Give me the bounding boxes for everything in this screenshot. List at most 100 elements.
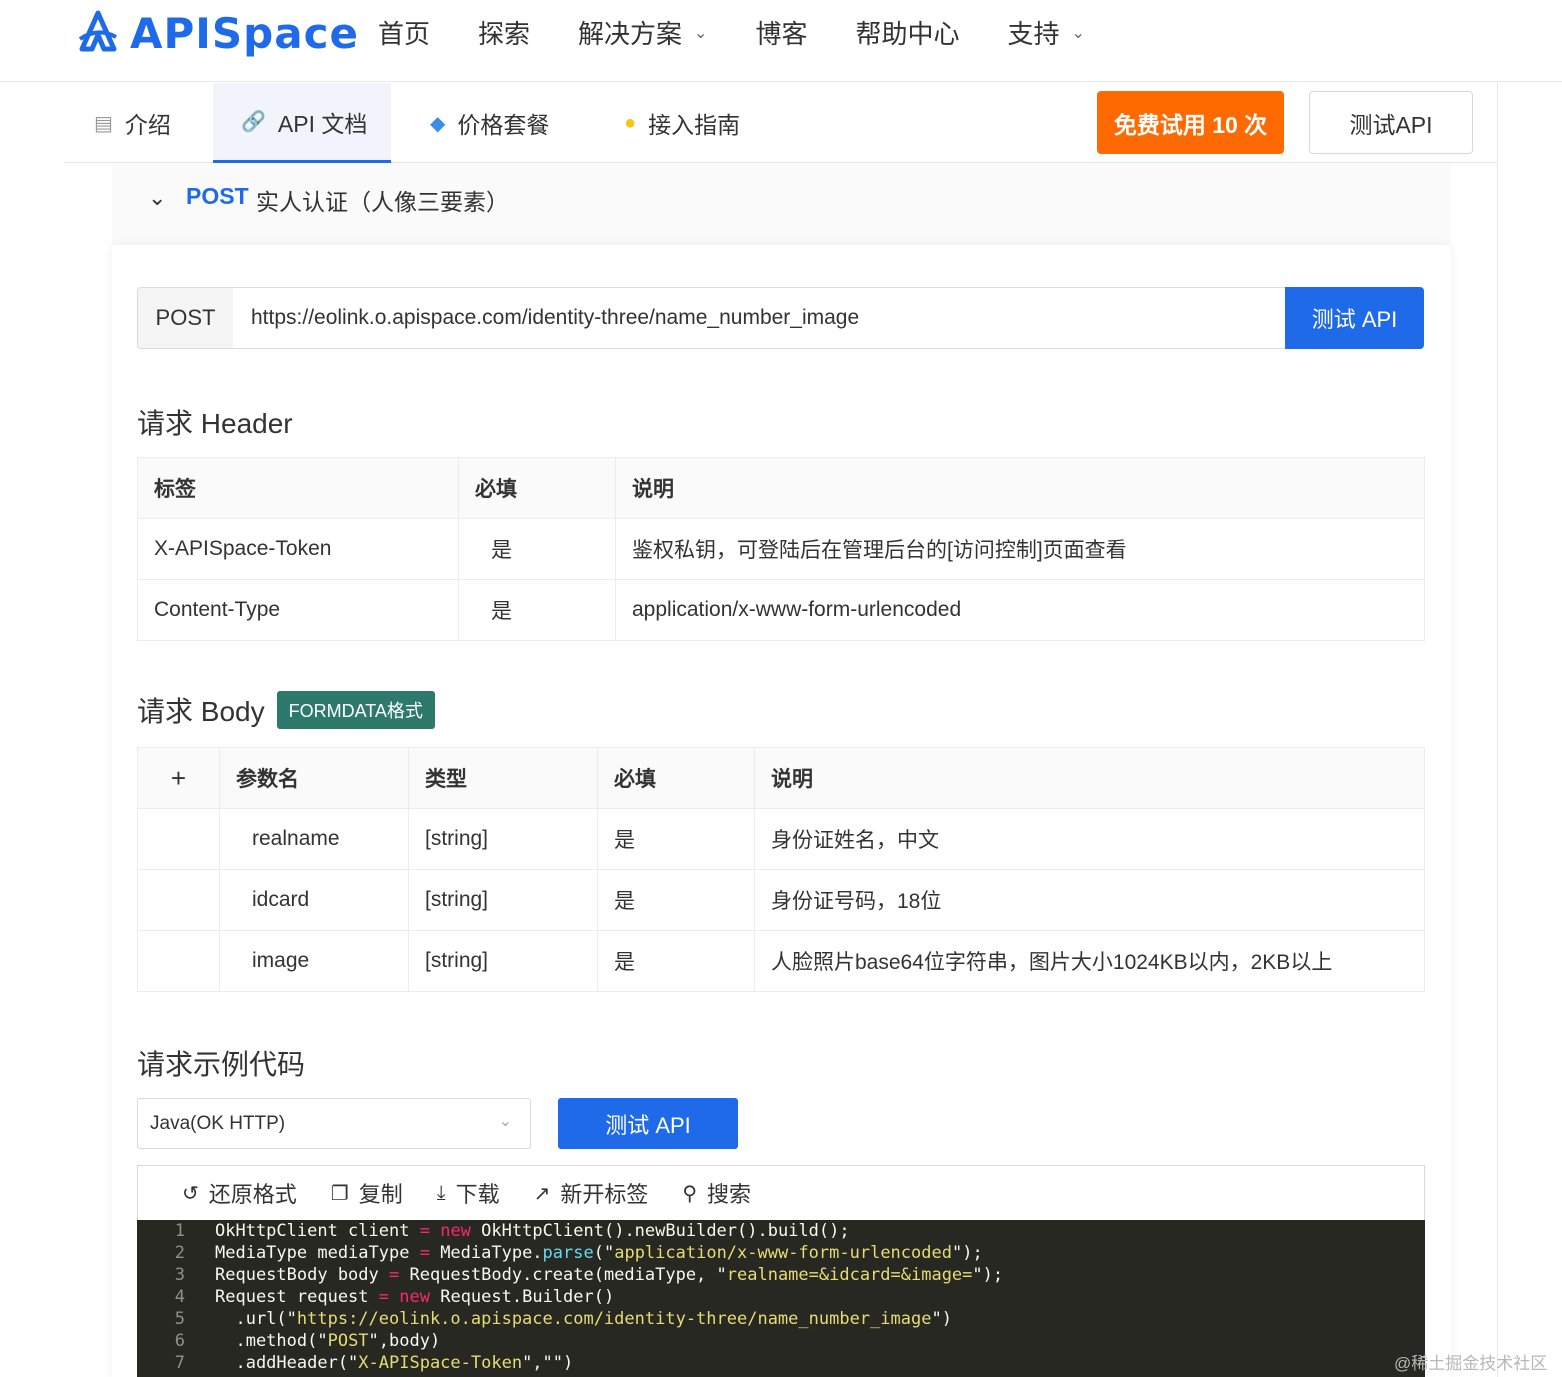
- code-text: .method("POST",body): [215, 1331, 441, 1351]
- column-header: 必填: [458, 457, 616, 519]
- url-test-api-button[interactable]: 测试 API: [1285, 287, 1424, 349]
- chevron-down-icon: ⌄: [1071, 24, 1085, 42]
- endpoint-method: POST: [186, 183, 249, 209]
- code-editor[interactable]: 1 OkHttpClient client = new OkHttpClient(…: [137, 1220, 1425, 1377]
- table-row: realname [string] 是 身份证姓名，中文: [137, 808, 1425, 870]
- table-header-row: + 参数名 类型 必填 说明: [137, 747, 1425, 809]
- tab-pricing[interactable]: ◆ 价格套餐: [430, 83, 549, 163]
- code-text: OkHttpClient client = new OkHttpClient()…: [215, 1221, 850, 1241]
- tool-label: 复制: [358, 1182, 403, 1207]
- code-text: Request request = new Request.Builder(): [215, 1287, 615, 1307]
- divider: [1497, 82, 1498, 1377]
- expand-all-button[interactable]: +: [137, 747, 220, 809]
- code-line: 3 RequestBody body = RequestBody.create(m…: [137, 1264, 1425, 1286]
- undo-icon: ↺: [182, 1182, 199, 1205]
- code-line: 7 .addHeader("X-APISpace-Token",""): [137, 1352, 1425, 1374]
- table-cell: 是: [597, 808, 755, 870]
- code-line: 2 MediaType mediaType = MediaType.parse("…: [137, 1242, 1425, 1264]
- table-cell: 身份证号码，18位: [754, 869, 1425, 931]
- table-cell: 是: [458, 579, 616, 641]
- table-cell: [string]: [408, 808, 598, 870]
- code-sample-title: 请求示例代码: [137, 1043, 305, 1083]
- table-row: image [string] 是 人脸照片base64位字符串，图片大小1024…: [137, 930, 1425, 992]
- nav-item-home[interactable]: 首页: [378, 14, 430, 51]
- table-cell: [string]: [408, 869, 598, 931]
- line-number: 3: [174, 1265, 185, 1285]
- language-select-value: Java(OK HTTP): [150, 1112, 286, 1134]
- table-cell: 鉴权私钥，可登陆后在管理后台的[访问控制]页面查看: [615, 518, 1425, 580]
- nav-item-support[interactable]: 支持 ⌄: [1007, 14, 1084, 51]
- open-new-tab-button[interactable]: ↗ 新开标签: [534, 1177, 649, 1209]
- tab-label: 价格套餐: [457, 112, 550, 138]
- apispace-logo-icon: [78, 10, 117, 52]
- brand-logo[interactable]: APISpace: [74, 8, 359, 58]
- nav-item-help-center[interactable]: 帮助中心: [855, 14, 959, 51]
- tab-intro[interactable]: ▤ 介绍: [94, 83, 171, 163]
- nav-item-label: 探索: [478, 19, 531, 49]
- request-header-table: 标签 必填 说明 X-APISpace-Token 是 鉴权私钥，可登陆后在管理…: [137, 457, 1425, 641]
- tab-api-docs[interactable]: 🔗 API 文档: [213, 83, 392, 163]
- table-cell: [137, 930, 220, 992]
- nav-item-label: 支持: [1007, 19, 1060, 49]
- test-api-button[interactable]: 测试API: [1309, 91, 1473, 154]
- chevron-down-icon: ⌄: [694, 24, 708, 42]
- column-header: 标签: [137, 457, 459, 519]
- copy-button[interactable]: ❐ 复制: [331, 1177, 403, 1209]
- line-number: 2: [174, 1243, 185, 1263]
- code-text: .url("https://eolink.o.apispace.com/iden…: [215, 1309, 952, 1329]
- tab-integration-guide[interactable]: ● 接入指南: [624, 83, 740, 163]
- restore-format-button[interactable]: ↺ 还原格式: [182, 1177, 297, 1209]
- format-badge: FORMDATA格式: [276, 691, 435, 729]
- code-text: .addHeader("X-APISpace-Token",""): [215, 1353, 574, 1373]
- nav-item-solutions[interactable]: 解决方案 ⌄: [578, 14, 707, 51]
- code-text: MediaType mediaType = MediaType.parse("a…: [215, 1243, 983, 1263]
- tab-label: 介绍: [124, 112, 171, 138]
- request-body-table: + 参数名 类型 必填 说明 realname [string] 是 身份证姓名…: [137, 747, 1425, 992]
- diamond-icon: ◆: [430, 112, 446, 135]
- code-line: 1 OkHttpClient client = new OkHttpClient(…: [137, 1220, 1425, 1242]
- table-cell: 人脸照片base64位字符串，图片大小1024KB以内，2KB以上: [754, 930, 1425, 992]
- lightbulb-icon: ●: [624, 111, 637, 134]
- table-cell: [137, 808, 220, 870]
- nav-item-label: 帮助中心: [855, 19, 960, 49]
- download-button[interactable]: ⤓ 下载: [437, 1177, 500, 1209]
- free-trial-button[interactable]: 免费试用 10 次: [1097, 91, 1284, 154]
- table-cell: 是: [597, 930, 755, 992]
- column-header: 说明: [754, 747, 1425, 809]
- code-line: 6 .method("POST",body): [137, 1330, 1425, 1352]
- document-icon: ▤: [94, 112, 113, 135]
- request-body-title: 请求 Body FORMDATA格式: [137, 690, 435, 730]
- code-line: 5 .url("https://eolink.o.apispace.com/id…: [137, 1308, 1425, 1330]
- endpoint-title: 实人认证（人像三要素）: [256, 189, 509, 215]
- nav-item-label: 博客: [755, 19, 808, 49]
- search-button[interactable]: ⚲ 搜索: [682, 1177, 751, 1209]
- table-cell: idcard: [219, 869, 409, 931]
- url-method-label: POST: [137, 287, 234, 349]
- column-header: 类型: [408, 747, 598, 809]
- column-header: 参数名: [219, 747, 409, 809]
- code-test-api-button[interactable]: 测试 API: [558, 1098, 738, 1149]
- code-toolbar: ↺ 还原格式 ❐ 复制 ⤓ 下载 ↗ 新开标签 ⚲ 搜索: [137, 1165, 1425, 1220]
- section-title-text: 请求 Header: [137, 408, 293, 439]
- endpoint-collapse-header[interactable]: ⌄ POST 实人认证（人像三要素）: [112, 163, 1451, 245]
- language-select[interactable]: Java(OK HTTP) ⌄: [137, 1098, 531, 1149]
- table-cell: Content-Type: [137, 579, 459, 641]
- line-number: 4: [174, 1287, 185, 1307]
- line-number: 6: [174, 1331, 185, 1351]
- link-icon: 🔗: [241, 111, 266, 133]
- line-number: 7: [174, 1353, 185, 1373]
- tool-label: 搜索: [707, 1182, 752, 1207]
- section-title-text: 请求示例代码: [137, 1049, 306, 1080]
- nav-item-explore[interactable]: 探索: [478, 14, 530, 51]
- external-link-icon: ↗: [533, 1182, 551, 1205]
- nav-item-label: 首页: [378, 19, 431, 49]
- code-text: RequestBody body = RequestBody.create(me…: [215, 1265, 1004, 1285]
- table-cell: realname: [219, 808, 409, 870]
- request-url-field[interactable]: https://eolink.o.apispace.com/identity-t…: [233, 287, 1286, 349]
- tool-label: 下载: [455, 1182, 500, 1207]
- request-url-bar: POST https://eolink.o.apispace.com/ident…: [137, 287, 1424, 349]
- tab-label: 接入指南: [648, 112, 741, 138]
- download-icon: ⤓: [436, 1181, 446, 1204]
- table-header-row: 标签 必填 说明: [137, 457, 1425, 519]
- nav-item-blog[interactable]: 博客: [755, 14, 807, 51]
